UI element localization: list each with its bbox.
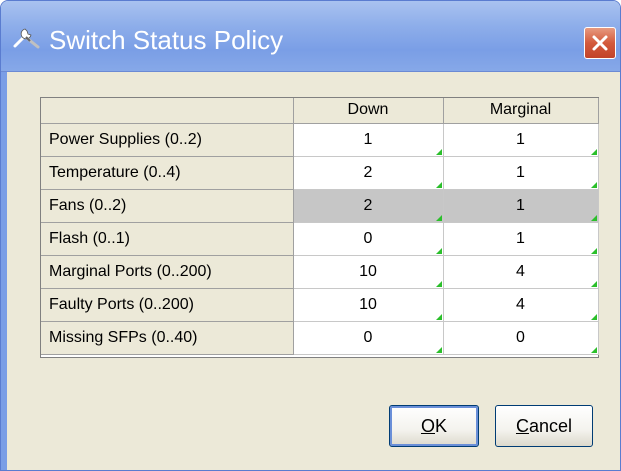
table-row[interactable]: Flash (0..1) 0 1 [41,221,599,256]
dialog-window: Switch Status Policy Down Marginal Power… [0,0,621,471]
table-row[interactable]: Fans (0..2) 2 1 [41,188,599,223]
editable-marker-icon [590,247,597,254]
row-label: Missing SFPs (0..40) [41,320,294,355]
marginal-value-cell[interactable]: 1 [442,155,599,190]
editable-marker-icon [590,280,597,287]
table-row[interactable]: Missing SFPs (0..40) 0 0 [41,320,599,355]
down-value-cell[interactable]: 10 [292,254,444,289]
dialog-title: Switch Status Policy [49,25,284,55]
marginal-value-cell[interactable]: 4 [442,254,599,289]
editable-marker-icon [435,346,442,353]
policy-table: Down Marginal Power Supplies (0..2) 1 1 Tem… [41,98,599,355]
row-label: Temperature (0..4) [41,155,294,190]
row-label: Power Supplies (0..2) [41,122,294,157]
down-value: 10 [359,262,377,280]
ok-label-rest: K [435,415,448,436]
down-value-cell[interactable]: 1 [292,122,444,157]
row-label: Faulty Ports (0..200) [41,287,294,322]
table-row[interactable]: Faulty Ports (0..200) 10 4 [41,287,599,322]
table-row[interactable]: Marginal Ports (0..200) 10 4 [41,254,599,289]
down-value: 0 [363,229,373,247]
editable-marker-icon [435,214,442,221]
ok-mnemonic: O [420,415,435,436]
column-header-down[interactable]: Down [292,98,444,124]
marginal-value-cell[interactable]: 1 [442,122,599,157]
cancel-label-rest: ancel [528,415,573,436]
down-value-cell[interactable]: 2 [292,155,444,190]
marginal-value-cell[interactable]: 1 [442,221,599,256]
down-value: 1 [363,130,373,148]
down-value: 0 [363,328,373,346]
dialog-content: Down Marginal Power Supplies (0..2) 1 1 Tem… [7,72,620,470]
wrench-screwdriver-icon [12,25,42,49]
row-label: Flash (0..1) [41,221,294,256]
cancel-button[interactable]: Cancel [495,405,593,447]
marginal-value: 1 [516,229,525,247]
down-value: 2 [363,196,373,214]
down-value: 2 [363,163,373,181]
editable-marker-icon [435,181,442,188]
editable-marker-icon [435,148,442,155]
editable-marker-icon [590,148,597,155]
editable-marker-icon [435,247,442,254]
cancel-mnemonic: C [515,415,529,436]
table-row[interactable]: Temperature (0..4) 2 1 [41,155,599,190]
row-label: Fans (0..2) [41,188,294,223]
marginal-value: 1 [516,163,525,181]
marginal-value-cell[interactable]: 4 [442,287,599,322]
editable-marker-icon [590,313,597,320]
header-corner [41,98,294,124]
marginal-value: 1 [516,196,525,214]
table-header-row: Down Marginal [41,98,599,124]
marginal-value-cell[interactable]: 0 [442,320,599,355]
policy-table-panel: Down Marginal Power Supplies (0..2) 1 1 Tem… [40,97,599,358]
editable-marker-icon [435,280,442,287]
editable-marker-icon [590,214,597,221]
close-icon [592,35,608,51]
marginal-value: 0 [516,328,525,346]
title-bar[interactable]: Switch Status Policy [1,1,620,72]
row-label: Marginal Ports (0..200) [41,254,294,289]
down-value-cell[interactable]: 10 [292,287,444,322]
column-header-marginal[interactable]: Marginal [442,98,599,124]
editable-marker-icon [590,181,597,188]
down-value-cell[interactable]: 2 [292,188,444,223]
editable-marker-icon [435,313,442,320]
marginal-value: 4 [516,262,525,280]
close-button[interactable] [584,27,616,59]
marginal-value: 1 [516,130,525,148]
marginal-value-cell[interactable]: 1 [442,188,599,223]
down-value-cell[interactable]: 0 [292,221,444,256]
ok-button[interactable]: OK [389,405,479,447]
table-row[interactable]: Power Supplies (0..2) 1 1 [41,122,599,157]
down-value: 10 [359,295,377,313]
down-value-cell[interactable]: 0 [292,320,444,355]
editable-marker-icon [590,346,597,353]
marginal-value: 4 [516,295,525,313]
